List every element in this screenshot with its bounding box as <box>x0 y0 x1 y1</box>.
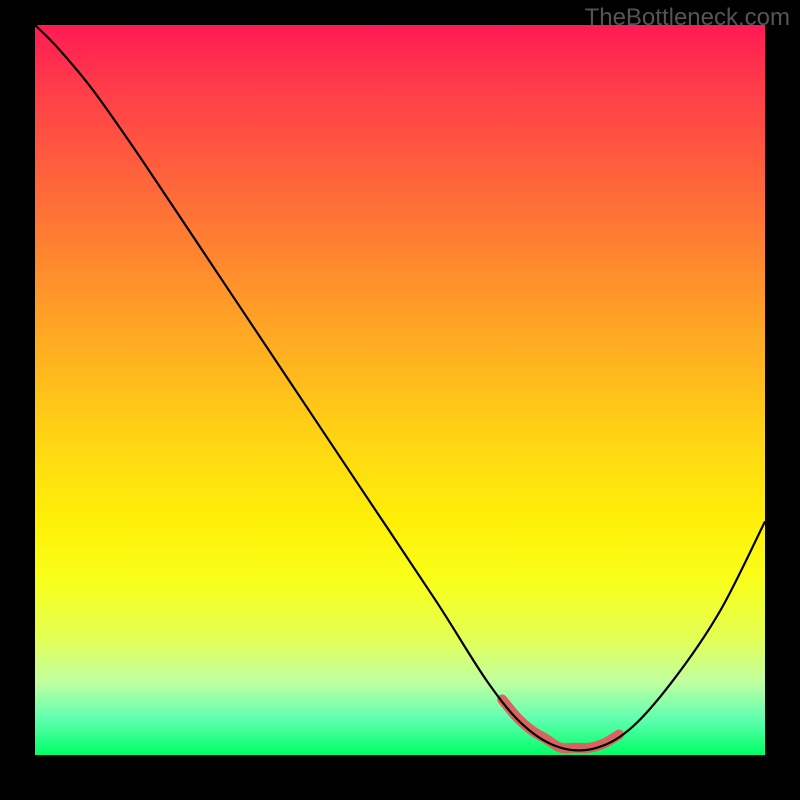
watermark-text: TheBottleneck.com <box>585 4 790 32</box>
bottleneck-curve-line <box>35 25 765 750</box>
chart-svg <box>35 25 765 755</box>
chart-plot-area <box>35 25 765 755</box>
highlight-segment <box>502 700 619 749</box>
